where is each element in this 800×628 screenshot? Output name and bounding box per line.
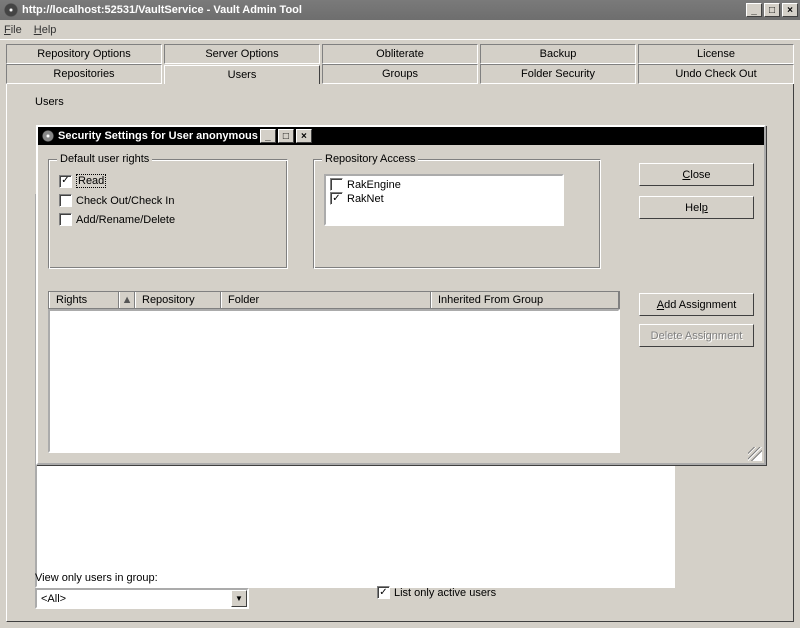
group-filter-value: <All> xyxy=(41,593,66,605)
minimize-button[interactable]: _ xyxy=(746,3,762,17)
close-button-dialog[interactable]: Close xyxy=(639,163,754,186)
menu-file[interactable]: File xyxy=(4,24,22,36)
tab-users[interactable]: Users xyxy=(164,65,320,85)
tab-obliterate[interactable]: Obliterate xyxy=(322,44,478,64)
default-rights-group: Default user rights ✓ Read Check Out/Che… xyxy=(48,159,288,269)
delete-assignment-button[interactable]: Delete Assignment xyxy=(639,324,754,347)
sort-indicator-icon[interactable]: ▲ xyxy=(119,292,135,308)
assignments-list[interactable] xyxy=(48,309,620,453)
tab-server-options[interactable]: Server Options xyxy=(164,44,320,64)
tab-license[interactable]: License xyxy=(638,44,794,64)
security-settings-dialog: Security Settings for User anonymous _ □… xyxy=(36,125,766,465)
repo-access-group: Repository Access RakEngine ✓ RakNet xyxy=(313,159,601,269)
tab-backup[interactable]: Backup xyxy=(480,44,636,64)
dialog-titlebar: Security Settings for User anonymous _ □… xyxy=(38,127,764,145)
col-folder[interactable]: Folder xyxy=(221,292,431,308)
assignments-header: Rights ▲ Repository Folder Inherited Fro… xyxy=(48,291,620,309)
filter-label: View only users in group: xyxy=(35,572,249,584)
tab-undo-check-out[interactable]: Undo Check Out xyxy=(638,64,794,84)
chevron-down-icon[interactable]: ▼ xyxy=(231,590,247,607)
col-inherited[interactable]: Inherited From Group xyxy=(431,292,619,308)
add-assignment-button[interactable]: Add Assignment xyxy=(639,293,754,316)
list-active-checkbox[interactable]: ✓ xyxy=(377,586,390,599)
repo-list[interactable]: RakEngine ✓ RakNet xyxy=(324,174,564,226)
list-active-label: List only active users xyxy=(394,587,496,599)
dialog-maximize-button[interactable]: □ xyxy=(278,129,294,143)
modify-label: Add/Rename/Delete xyxy=(76,214,175,226)
repo-rakengine-checkbox[interactable] xyxy=(330,178,343,191)
read-label: Read xyxy=(76,174,106,188)
repo-rakengine-label: RakEngine xyxy=(347,179,401,191)
maximize-button[interactable]: □ xyxy=(764,3,780,17)
tab-repositories[interactable]: Repositories xyxy=(6,64,162,84)
modify-checkbox[interactable] xyxy=(59,213,72,226)
main-titlebar: http://localhost:52531/VaultService - Va… xyxy=(0,0,800,20)
resize-grip-icon[interactable] xyxy=(748,447,762,461)
dialog-title: Security Settings for User anonymous xyxy=(58,130,258,142)
users-label: Users xyxy=(35,96,64,108)
tab-repository-options[interactable]: Repository Options xyxy=(6,44,162,64)
tab-folder-security[interactable]: Folder Security xyxy=(480,64,636,84)
help-button[interactable]: Help xyxy=(639,196,754,219)
dialog-minimize-button[interactable]: _ xyxy=(260,129,276,143)
default-rights-legend: Default user rights xyxy=(57,153,152,165)
tabs-row-2: Repositories Users Groups Folder Securit… xyxy=(6,64,794,84)
menu-help[interactable]: Help xyxy=(34,24,57,36)
window-title: http://localhost:52531/VaultService - Va… xyxy=(22,4,302,16)
repo-access-legend: Repository Access xyxy=(322,153,418,165)
tab-groups[interactable]: Groups xyxy=(322,64,478,84)
menubar: File Help xyxy=(0,20,800,40)
col-rights[interactable]: Rights xyxy=(49,292,119,308)
tabs-row-1: Repository Options Server Options Oblite… xyxy=(6,44,794,64)
checkout-label: Check Out/Check In xyxy=(76,195,174,207)
dialog-icon xyxy=(42,130,54,142)
checkout-checkbox[interactable] xyxy=(59,194,72,207)
dialog-close-button[interactable]: × xyxy=(296,129,312,143)
repo-raknet-label: RakNet xyxy=(347,193,384,205)
col-repository[interactable]: Repository xyxy=(135,292,221,308)
app-icon xyxy=(4,3,18,17)
close-button[interactable]: × xyxy=(782,3,798,17)
read-checkbox[interactable]: ✓ xyxy=(59,175,72,188)
repo-raknet-checkbox[interactable]: ✓ xyxy=(330,192,343,205)
